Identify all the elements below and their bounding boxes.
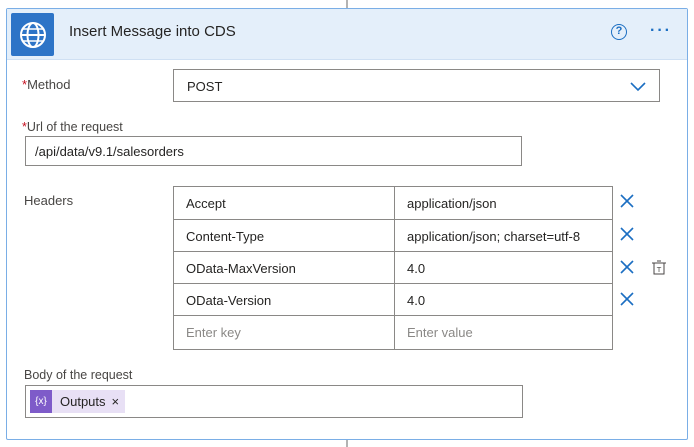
action-header[interactable]: Insert Message into CDS ? ··· xyxy=(7,9,687,60)
header-value-cell[interactable]: 4.0 xyxy=(394,251,613,284)
header-key: Accept xyxy=(186,196,226,211)
header-key-cell[interactable]: OData-MaxVersion xyxy=(173,251,395,284)
action-card: Insert Message into CDS ? ··· *Method PO… xyxy=(6,8,688,440)
header-value-cell[interactable]: 4.0 xyxy=(394,283,613,316)
action-title: Insert Message into CDS xyxy=(69,23,236,40)
header-key-cell[interactable]: Accept xyxy=(173,186,395,220)
method-label: *Method xyxy=(22,77,70,92)
body-label: Body of the request xyxy=(24,368,133,382)
expression-icon: {x} xyxy=(30,390,52,413)
remove-row-icon[interactable] xyxy=(619,291,635,307)
flow-connector-bottom xyxy=(346,440,348,447)
header-key-placeholder: Enter key xyxy=(186,325,241,340)
switch-to-text-mode-icon[interactable]: T xyxy=(651,260,667,276)
dynamic-content-token[interactable]: {x} Outputs × xyxy=(30,390,126,413)
url-value: /api/data/v9.1/salesorders xyxy=(35,144,184,159)
remove-row-icon[interactable] xyxy=(619,226,635,242)
header-key: OData-MaxVersion xyxy=(186,261,296,276)
chevron-down-icon[interactable] xyxy=(629,77,647,100)
header-value: application/json xyxy=(407,196,497,211)
token-label: Outputs xyxy=(60,394,106,409)
headers-label: Headers xyxy=(24,193,74,208)
header-key-cell[interactable]: Content-Type xyxy=(173,219,395,252)
header-value: 4.0 xyxy=(407,261,426,276)
header-value: application/json; charset=utf-8 xyxy=(407,229,581,244)
remove-row-icon[interactable] xyxy=(619,193,635,209)
header-value-cell[interactable]: application/json; charset=utf-8 xyxy=(394,219,613,252)
header-key: Content-Type xyxy=(186,229,265,244)
header-value-cell[interactable]: application/json xyxy=(394,186,613,220)
header-key: OData-Version xyxy=(186,293,272,308)
method-label-text: Method xyxy=(27,77,71,92)
globe-icon xyxy=(11,13,54,56)
method-value: POST xyxy=(187,79,223,94)
svg-text:T: T xyxy=(656,266,662,274)
more-options-icon[interactable]: ··· xyxy=(650,22,672,40)
url-label: *Url of the request xyxy=(22,120,123,134)
body-input[interactable]: {x} Outputs × xyxy=(25,385,523,418)
remove-row-icon[interactable] xyxy=(619,259,635,275)
flow-connector-top xyxy=(346,0,348,8)
url-label-text: Url of the request xyxy=(26,120,123,134)
header-key-input[interactable]: Enter key xyxy=(173,315,395,350)
header-value-placeholder: Enter value xyxy=(407,325,473,340)
header-key-cell[interactable]: OData-Version xyxy=(173,283,395,316)
url-input[interactable]: /api/data/v9.1/salesorders xyxy=(25,136,522,166)
help-icon[interactable]: ? xyxy=(611,24,627,40)
remove-token-icon[interactable]: × xyxy=(112,394,120,409)
header-value-input[interactable]: Enter value xyxy=(394,315,613,350)
header-value: 4.0 xyxy=(407,293,426,308)
method-select[interactable]: POST xyxy=(173,69,660,102)
